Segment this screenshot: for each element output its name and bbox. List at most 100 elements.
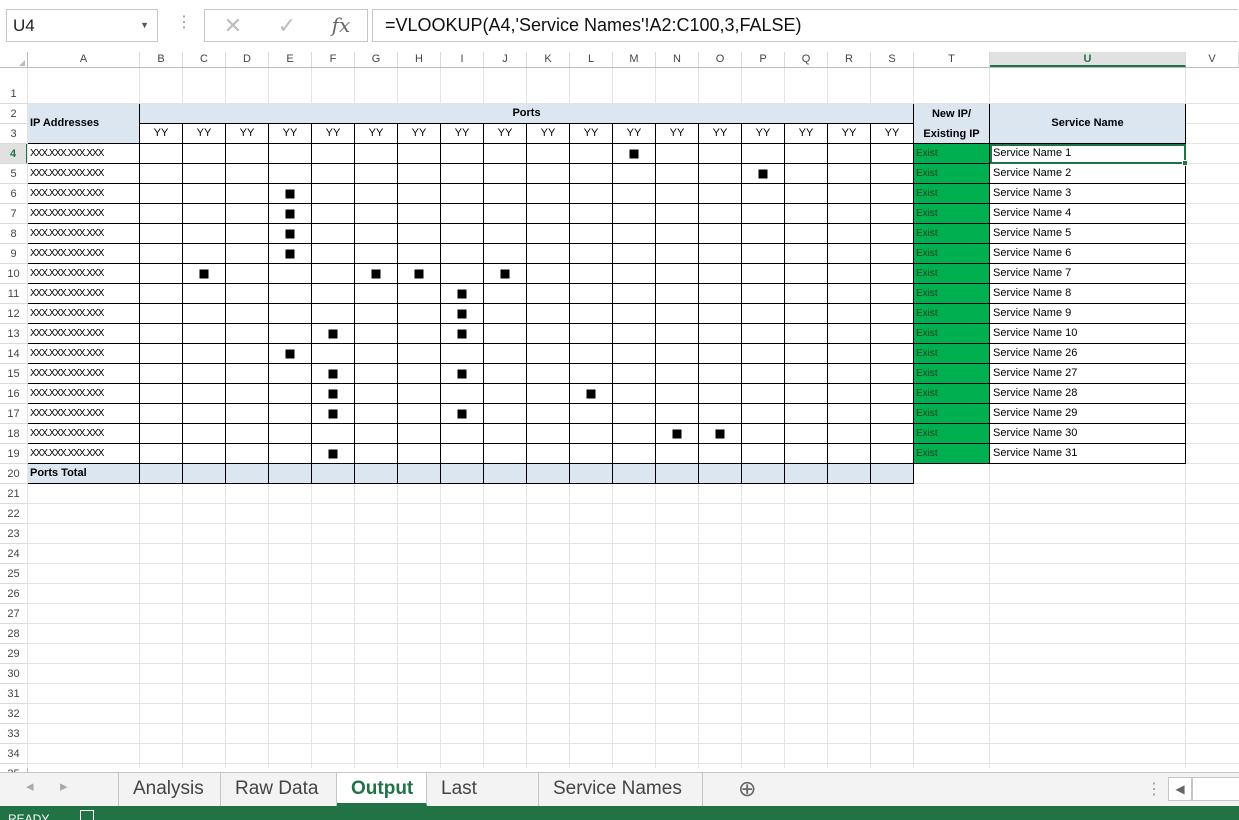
sheet-tab-analysis[interactable]: Analysis xyxy=(119,773,221,806)
row-header-21[interactable]: 21 xyxy=(0,484,28,504)
port-cell[interactable] xyxy=(828,304,871,324)
row-header-5[interactable]: 5 xyxy=(0,164,28,184)
sheet-tab-output[interactable]: Output xyxy=(337,773,427,806)
port-cell[interactable] xyxy=(871,324,914,344)
port-cell[interactable] xyxy=(656,344,699,364)
port-cell[interactable] xyxy=(527,324,570,344)
port-cell[interactable] xyxy=(441,304,484,324)
port-cell[interactable] xyxy=(570,244,613,264)
port-cell[interactable] xyxy=(785,284,828,304)
port-cell[interactable] xyxy=(613,324,656,344)
port-cell[interactable] xyxy=(871,184,914,204)
ip-address-cell[interactable]: XXX.XXX.XXX.XXX xyxy=(28,204,140,224)
port-cell[interactable] xyxy=(226,204,269,224)
port-cell[interactable] xyxy=(226,244,269,264)
port-cell[interactable] xyxy=(269,224,312,244)
ip-address-cell[interactable]: XXX.XXX.XXX.XXX xyxy=(28,284,140,304)
port-cell[interactable] xyxy=(441,424,484,444)
port-cell[interactable] xyxy=(656,184,699,204)
ports-total-cell[interactable] xyxy=(269,464,312,484)
ports-total-cell[interactable] xyxy=(570,464,613,484)
port-cell[interactable] xyxy=(312,224,355,244)
ip-status-cell[interactable]: Exist xyxy=(914,444,990,464)
row-header-32[interactable]: 32 xyxy=(0,704,28,724)
ports-total-cell[interactable] xyxy=(355,464,398,484)
row-header-8[interactable]: 8 xyxy=(0,224,28,244)
port-cell[interactable] xyxy=(613,404,656,424)
ip-status-cell[interactable]: Exist xyxy=(914,244,990,264)
port-cell[interactable] xyxy=(312,304,355,324)
port-cell[interactable] xyxy=(140,304,183,324)
port-cell[interactable] xyxy=(484,184,527,204)
port-cell[interactable] xyxy=(742,444,785,464)
port-cell[interactable] xyxy=(570,444,613,464)
row-header-19[interactable]: 19 xyxy=(0,444,28,464)
port-cell[interactable] xyxy=(527,164,570,184)
port-cell[interactable] xyxy=(871,244,914,264)
port-cell[interactable] xyxy=(785,364,828,384)
port-cell[interactable] xyxy=(140,284,183,304)
port-cell[interactable] xyxy=(699,264,742,284)
ports-total-cell[interactable] xyxy=(871,464,914,484)
port-cell[interactable] xyxy=(183,204,226,224)
column-header-u[interactable]: U xyxy=(990,52,1186,67)
ports-total-cell[interactable] xyxy=(226,464,269,484)
service-name-cell[interactable]: Service Name 26 xyxy=(990,344,1186,364)
port-cell[interactable] xyxy=(484,164,527,184)
ip-status-cell[interactable]: Exist xyxy=(914,424,990,444)
row-header-10[interactable]: 10 xyxy=(0,264,28,284)
row-header-4[interactable]: 4 xyxy=(0,144,28,164)
ports-total-cell[interactable] xyxy=(140,464,183,484)
port-cell[interactable] xyxy=(355,424,398,444)
port-cell[interactable] xyxy=(140,164,183,184)
port-cell[interactable] xyxy=(484,284,527,304)
port-cell[interactable] xyxy=(656,324,699,344)
ports-total-cell[interactable] xyxy=(312,464,355,484)
service-name-cell[interactable]: Service Name 31 xyxy=(990,444,1186,464)
row-header-2[interactable]: 2 xyxy=(0,104,28,124)
port-cell[interactable] xyxy=(656,224,699,244)
ip-status-cell[interactable]: Exist xyxy=(914,204,990,224)
port-cell[interactable] xyxy=(269,444,312,464)
port-cell[interactable] xyxy=(785,144,828,164)
fill-handle[interactable] xyxy=(1182,160,1188,166)
ip-address-cell[interactable]: XXX.XXX.XXX.XXX xyxy=(28,404,140,424)
port-cell[interactable] xyxy=(527,144,570,164)
port-cell[interactable] xyxy=(441,324,484,344)
port-cell[interactable] xyxy=(699,164,742,184)
service-name-cell[interactable]: Service Name 5 xyxy=(990,224,1186,244)
port-cell[interactable] xyxy=(570,324,613,344)
port-cell[interactable] xyxy=(183,164,226,184)
port-cell[interactable] xyxy=(613,284,656,304)
row-header-26[interactable]: 26 xyxy=(0,584,28,604)
row-header-15[interactable]: 15 xyxy=(0,364,28,384)
port-cell[interactable] xyxy=(742,144,785,164)
ports-total-cell[interactable] xyxy=(183,464,226,484)
port-cell[interactable] xyxy=(828,284,871,304)
port-cell[interactable] xyxy=(699,324,742,344)
port-cell[interactable] xyxy=(183,284,226,304)
port-cell[interactable] xyxy=(441,264,484,284)
ip-address-cell[interactable]: XXX.XXX.XXX.XXX xyxy=(28,184,140,204)
port-cell[interactable] xyxy=(699,284,742,304)
port-cell[interactable] xyxy=(570,184,613,204)
port-cell[interactable] xyxy=(785,384,828,404)
port-cell[interactable] xyxy=(613,264,656,284)
port-cell[interactable] xyxy=(527,444,570,464)
port-cell[interactable] xyxy=(828,384,871,404)
ip-status-cell[interactable]: Exist xyxy=(914,184,990,204)
row-header-23[interactable]: 23 xyxy=(0,524,28,544)
port-cell[interactable] xyxy=(484,224,527,244)
scroll-tabs-right-icon[interactable]: ▸ xyxy=(60,777,68,795)
port-cell[interactable] xyxy=(527,204,570,224)
ports-total-cell[interactable] xyxy=(527,464,570,484)
ports-total-cell[interactable] xyxy=(699,464,742,484)
horizontal-scrollbar[interactable] xyxy=(1192,777,1239,801)
ip-address-cell[interactable]: XXX.XXX.XXX.XXX xyxy=(28,424,140,444)
port-cell[interactable] xyxy=(871,204,914,224)
row-header-13[interactable]: 13 xyxy=(0,324,28,344)
port-cell[interactable] xyxy=(699,344,742,364)
port-cell[interactable] xyxy=(312,264,355,284)
ports-total-cell[interactable] xyxy=(785,464,828,484)
port-cell[interactable] xyxy=(484,144,527,164)
